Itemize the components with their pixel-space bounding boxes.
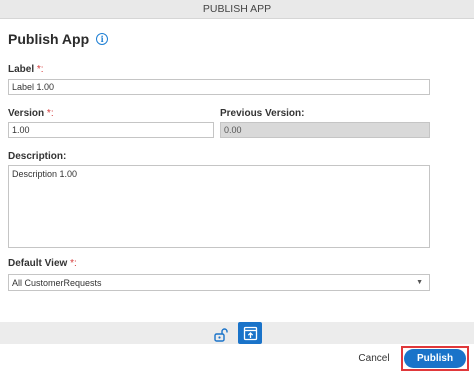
previous-version-label: Previous Version: — [220, 108, 305, 119]
page-title: Publish App — [8, 31, 90, 47]
bottom-toolbar — [0, 322, 474, 344]
default-view-label: Default View *: — [8, 258, 77, 269]
previous-version-input: 0.00 — [220, 122, 430, 138]
description-textarea[interactable]: Description 1.00 — [8, 165, 430, 248]
version-field-label: Version *: — [8, 108, 54, 119]
chevron-down-icon: ▼ — [416, 279, 423, 286]
description-label: Description: — [8, 151, 67, 162]
page-heading: Publish App i — [8, 29, 109, 49]
publish-button[interactable]: Publish — [404, 349, 466, 368]
version-input[interactable]: 1.00 — [8, 122, 214, 138]
default-view-value: All CustomerRequests — [12, 277, 102, 288]
publish-view-button[interactable] — [238, 322, 262, 344]
label-field-label: Label *: — [8, 64, 44, 75]
label-input[interactable]: Label 1.00 — [8, 79, 430, 95]
cancel-button[interactable]: Cancel — [356, 350, 392, 368]
window-title: PUBLISH APP — [0, 0, 474, 19]
publish-view-icon — [243, 326, 257, 340]
info-icon[interactable]: i — [96, 33, 109, 45]
default-view-select[interactable]: All CustomerRequests ▼ — [8, 274, 430, 291]
unlock-icon[interactable] — [213, 327, 229, 343]
